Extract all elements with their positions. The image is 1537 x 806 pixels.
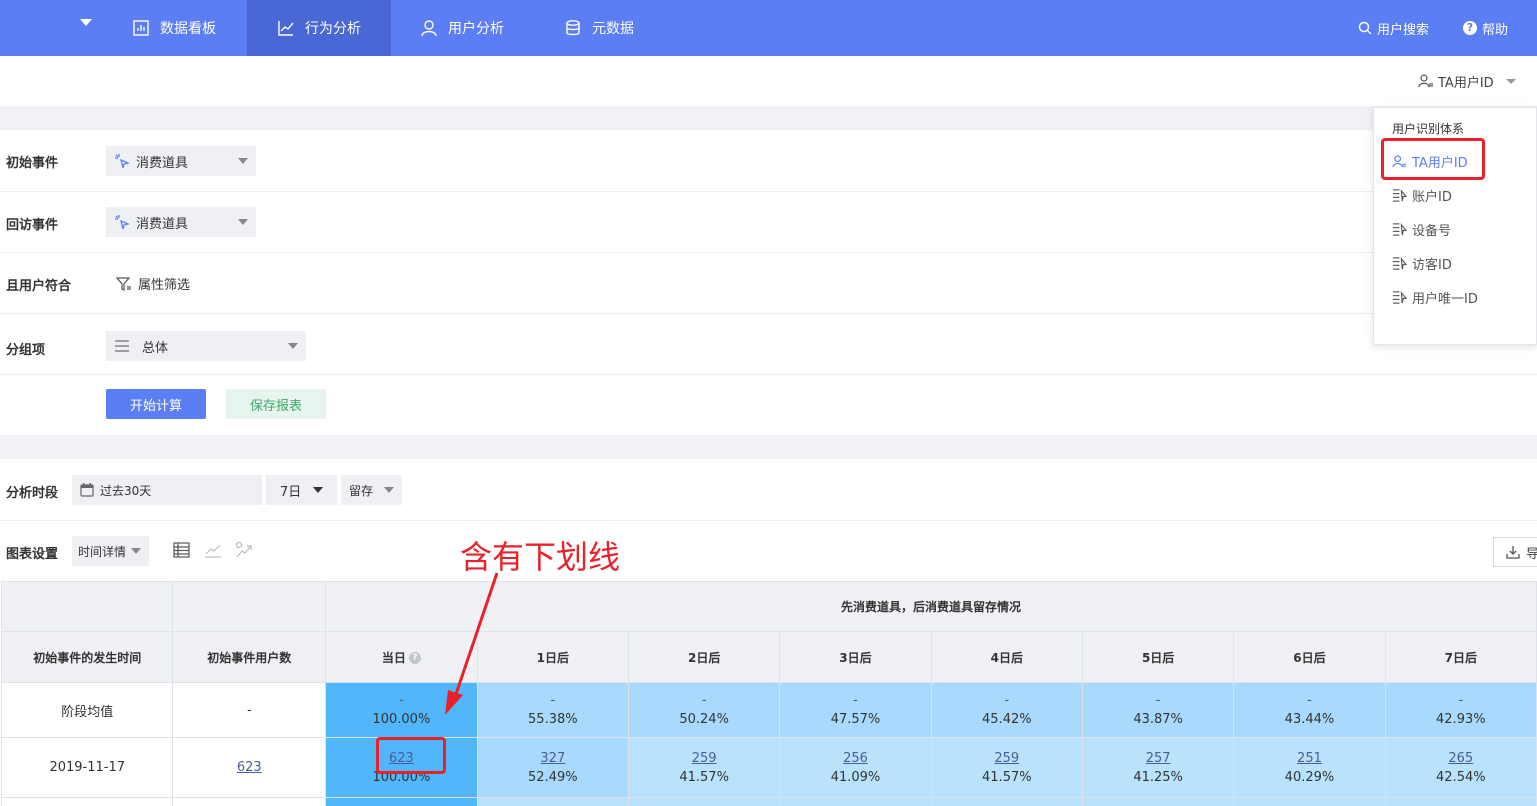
dropdown-item-account-id[interactable]: 账户ID (1392, 186, 1452, 205)
dropdown-item-visitor-id[interactable]: 访客ID (1392, 254, 1452, 273)
dropdown-title: 用户识别体系 (1392, 122, 1465, 136)
dropdown-item-device-id[interactable]: 设备号 (1392, 220, 1451, 239)
id-card-icon (1392, 189, 1407, 202)
dropdown-item-label: 设备号 (1412, 224, 1452, 239)
dropdown-item-label: 账户ID (1412, 190, 1452, 205)
id-system-dropdown: 用户识别体系 TA用户ID 账户ID 设备号 访客ID 用户唯一ID (1373, 107, 1537, 345)
highlight-box (1381, 138, 1485, 180)
id-card-icon (1392, 223, 1407, 236)
dropdown-item-label: 用户唯一ID (1412, 292, 1478, 307)
id-card-icon (1392, 291, 1407, 304)
highlight-box (376, 737, 446, 774)
annotation-arrow-icon (445, 572, 499, 715)
dropdown-item-unique-id[interactable]: 用户唯一ID (1392, 288, 1478, 307)
id-card-icon (1392, 257, 1407, 270)
dropdown-item-label: 访客ID (1412, 258, 1452, 273)
